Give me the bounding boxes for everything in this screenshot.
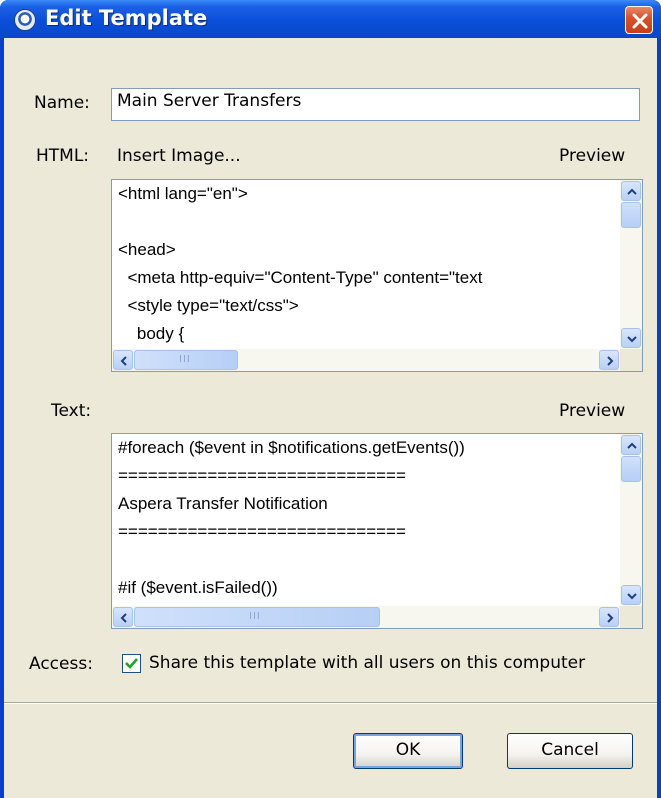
html-scroll-corner [620, 349, 642, 371]
chevron-up-icon [627, 188, 637, 195]
share-checkbox-label[interactable]: Share this template with all users on th… [149, 653, 585, 673]
html-code-line: <meta http-equiv="Content-Type" content=… [118, 268, 483, 287]
text-horizontal-scrollbar[interactable]: III [112, 606, 620, 628]
title-bar[interactable]: Edit Template [0, 0, 661, 38]
text-scroll-down-button[interactable] [621, 585, 641, 605]
text-code-line: ============================= [118, 466, 406, 485]
html-scroll-right-button[interactable] [599, 350, 619, 370]
text-label: Text: [51, 401, 92, 421]
text-vertical-scrollbar[interactable] [620, 434, 642, 606]
text-code-line [118, 546, 618, 574]
text-editor[interactable]: #foreach ($event in $notifications.getEv… [111, 433, 643, 629]
chevron-up-icon [627, 442, 637, 449]
window-title: Edit Template [45, 6, 208, 30]
html-scroll-up-button[interactable] [621, 181, 641, 201]
html-editor-content[interactable]: <html lang="en"> <head> <meta http-equiv… [118, 180, 618, 349]
html-vertical-thumb[interactable] [621, 202, 641, 228]
html-horizontal-scrollbar[interactable]: III [112, 349, 620, 371]
chevron-down-icon [627, 593, 637, 600]
text-scroll-corner [620, 606, 642, 628]
html-code-line: <html lang="en"> [118, 184, 248, 203]
html-scroll-left-button[interactable] [113, 350, 133, 370]
ok-button[interactable]: OK [353, 733, 463, 769]
app-icon [14, 9, 36, 31]
html-code-line [118, 208, 618, 236]
chevron-right-icon [607, 356, 614, 366]
text-vertical-thumb[interactable] [621, 456, 641, 482]
text-scroll-up-button[interactable] [621, 435, 641, 455]
html-code-line: <style type="text/css"> [118, 296, 299, 315]
chevron-right-icon [607, 613, 614, 623]
edit-template-dialog: Edit Template Name: Main Server Transfer… [0, 0, 661, 798]
text-code-line: #if ($event.isFailed()) [118, 578, 278, 597]
insert-image-link[interactable]: Insert Image... [117, 146, 241, 166]
name-label: Name: [34, 93, 90, 113]
text-scroll-left-button[interactable] [113, 607, 133, 627]
footer-separator [4, 702, 657, 704]
share-checkbox[interactable] [122, 654, 141, 673]
html-vertical-scrollbar[interactable] [620, 180, 642, 349]
access-label: Access: [29, 654, 93, 674]
cancel-button[interactable]: Cancel [507, 733, 633, 769]
text-horizontal-thumb[interactable]: III [134, 607, 380, 627]
close-icon [632, 13, 648, 29]
html-code-line: body { [118, 324, 185, 343]
checkmark-icon [125, 658, 138, 669]
text-code-line: #foreach ($event in $notifications.getEv… [118, 438, 465, 457]
html-preview-link[interactable]: Preview [559, 146, 625, 166]
chevron-left-icon [120, 613, 127, 623]
html-editor[interactable]: <html lang="en"> <head> <meta http-equiv… [111, 179, 643, 372]
name-input[interactable]: Main Server Transfers [111, 88, 640, 121]
html-horizontal-thumb[interactable]: III [134, 350, 238, 370]
text-code-line: Aspera Transfer Notification [118, 494, 328, 513]
html-code-line: <head> [118, 240, 176, 259]
text-preview-link[interactable]: Preview [559, 401, 625, 421]
text-scroll-right-button[interactable] [599, 607, 619, 627]
chevron-left-icon [120, 356, 127, 366]
close-button[interactable] [625, 6, 653, 34]
dialog-body: Name: Main Server Transfers HTML: Insert… [4, 38, 657, 798]
text-editor-content[interactable]: #foreach ($event in $notifications.getEv… [118, 434, 618, 606]
text-code-line: ============================= [118, 522, 406, 541]
chevron-down-icon [627, 336, 637, 343]
html-label: HTML: [36, 146, 90, 166]
html-scroll-down-button[interactable] [621, 328, 641, 348]
